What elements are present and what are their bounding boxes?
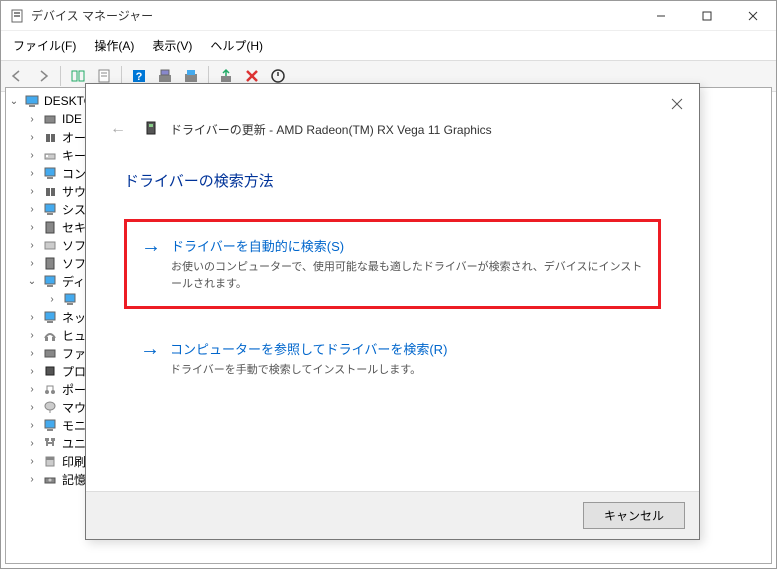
tree-item-label: ソフ: [62, 255, 86, 272]
tree-item-label: モニ: [62, 417, 86, 434]
device-category-icon: [42, 255, 58, 271]
expand-toggle-icon[interactable]: ›: [26, 455, 38, 467]
arrow-right-icon: →: [140, 339, 160, 379]
menu-action[interactable]: 操作(A): [86, 33, 142, 58]
dialog-header: ← ドライバーの更新 - AMD Radeon(TM) RX Vega 11 G…: [86, 84, 699, 150]
dialog-footer: キャンセル: [86, 491, 699, 539]
tree-item-label: サウ: [62, 183, 86, 200]
expand-toggle-icon[interactable]: ›: [26, 311, 38, 323]
dialog-close-button[interactable]: [667, 94, 687, 114]
tree-item-label: 記憶: [62, 471, 86, 488]
tree-item-label: オー: [62, 129, 86, 146]
menu-view[interactable]: 表示(V): [144, 33, 200, 58]
expand-toggle-icon[interactable]: ›: [26, 239, 38, 251]
tree-item-label: コン: [62, 165, 86, 182]
expand-toggle-icon[interactable]: ›: [46, 293, 58, 305]
expand-toggle-icon[interactable]: ›: [26, 365, 38, 377]
cancel-button[interactable]: キャンセル: [583, 502, 685, 529]
device-category-icon: [42, 309, 58, 325]
minimize-button[interactable]: [638, 1, 684, 31]
device-category-icon: [42, 237, 58, 253]
tree-item-label: マウ: [62, 399, 86, 416]
titlebar: デバイス マネージャー: [1, 1, 776, 31]
device-category-icon: [42, 111, 58, 127]
expand-toggle-icon[interactable]: ›: [26, 149, 38, 161]
tree-item-label: ヒュ: [62, 327, 86, 344]
expand-toggle-icon[interactable]: ›: [26, 473, 38, 485]
expand-toggle-icon[interactable]: ›: [26, 221, 38, 233]
arrow-right-icon: →: [141, 236, 161, 292]
tree-item-label: キー: [62, 147, 86, 164]
menu-help[interactable]: ヘルプ(H): [202, 33, 271, 58]
close-button[interactable]: [730, 1, 776, 31]
device-category-icon: [42, 345, 58, 361]
expand-toggle-icon[interactable]: ›: [26, 329, 38, 341]
device-category-icon: [42, 417, 58, 433]
tree-item-label: ディ: [62, 273, 85, 290]
expand-toggle-icon[interactable]: ›: [26, 347, 38, 359]
device-category-icon: [42, 381, 58, 397]
menu-file[interactable]: ファイル(F): [5, 33, 84, 58]
device-category-icon: [42, 165, 58, 181]
driver-update-dialog: ← ドライバーの更新 - AMD Radeon(TM) RX Vega 11 G…: [85, 83, 700, 540]
device-category-icon: [42, 363, 58, 379]
computer-icon: [24, 93, 40, 109]
tree-item-label: シス: [62, 201, 86, 218]
device-category-icon: [42, 147, 58, 163]
expand-toggle-icon[interactable]: ›: [26, 131, 38, 143]
expand-toggle-icon[interactable]: ›: [26, 401, 38, 413]
svg-text:?: ?: [136, 71, 143, 83]
dialog-title: ドライバーの更新 - AMD Radeon(TM) RX Vega 11 Gra…: [170, 121, 492, 138]
tree-item-label: ソフ: [62, 237, 86, 254]
tree-item-label: ネッ: [62, 309, 86, 326]
expand-toggle-icon[interactable]: ›: [26, 383, 38, 395]
option-description: ドライバーを手動で検索してインストールします。: [170, 362, 645, 379]
back-arrow-icon: ←: [110, 120, 126, 138]
expand-toggle-icon[interactable]: ⌄: [8, 95, 20, 107]
expand-toggle-icon[interactable]: ›: [26, 113, 38, 125]
option-content: コンピューターを参照してドライバーを検索(R) ドライバーを手動で検索してインス…: [170, 339, 645, 379]
tree-item-label: プロ: [62, 363, 86, 380]
device-icon: [144, 121, 160, 137]
expand-toggle-icon[interactable]: ›: [26, 419, 38, 431]
window-controls: [638, 1, 776, 31]
device-category-icon: [42, 327, 58, 343]
tree-item-label: IDE: [62, 112, 82, 126]
option-description: お使いのコンピューターで、使用可能な最も適したドライバーが検索され、デバイスにイ…: [171, 259, 644, 292]
option-browse-computer[interactable]: → コンピューターを参照してドライバーを検索(R) ドライバーを手動で検索してイ…: [124, 323, 661, 395]
app-icon: [9, 8, 25, 24]
device-category-icon: [42, 435, 58, 451]
device-category-icon: [42, 129, 58, 145]
device-category-icon: [42, 183, 58, 199]
device-category-icon: [42, 399, 58, 415]
window-title: デバイス マネージャー: [31, 7, 638, 24]
tree-item-label: ファ: [62, 345, 86, 362]
tree-item-label: ユニ: [62, 435, 86, 452]
expand-toggle-icon[interactable]: ›: [26, 203, 38, 215]
dialog-heading: ドライバーの検索方法: [124, 170, 661, 191]
expand-toggle-icon[interactable]: ⌄: [26, 275, 38, 287]
maximize-button[interactable]: [684, 1, 730, 31]
device-category-icon: [42, 471, 58, 487]
tree-item-label: ポー: [62, 381, 86, 398]
option-title: ドライバーを自動的に検索(S): [171, 236, 644, 255]
option-auto-search[interactable]: → ドライバーを自動的に検索(S) お使いのコンピューターで、使用可能な最も適し…: [124, 219, 661, 309]
device-category-icon: [42, 201, 58, 217]
option-title: コンピューターを参照してドライバーを検索(R): [170, 339, 645, 358]
device-category-icon: [42, 273, 58, 289]
dialog-body: ドライバーの検索方法 → ドライバーを自動的に検索(S) お使いのコンピューター…: [86, 150, 699, 429]
device-category-icon: [42, 219, 58, 235]
menubar: ファイル(F) 操作(A) 表示(V) ヘルプ(H): [1, 31, 776, 61]
expand-toggle-icon[interactable]: ›: [26, 167, 38, 179]
device-category-icon: [42, 453, 58, 469]
device-category-icon: [62, 291, 78, 307]
tree-item-label: セキ: [62, 219, 86, 236]
expand-toggle-icon[interactable]: ›: [26, 437, 38, 449]
tree-item-label: 印刷: [62, 453, 86, 470]
option-content: ドライバーを自動的に検索(S) お使いのコンピューターで、使用可能な最も適したド…: [171, 236, 644, 292]
expand-toggle-icon[interactable]: ›: [26, 257, 38, 269]
expand-toggle-icon[interactable]: ›: [26, 185, 38, 197]
